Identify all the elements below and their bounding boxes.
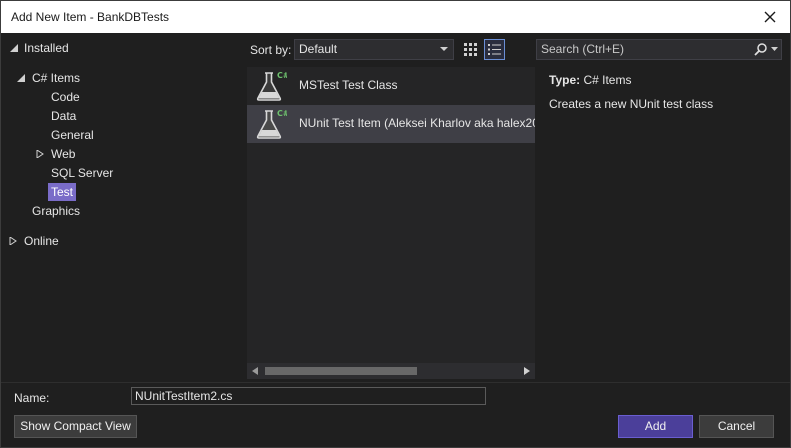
category-tree: Installed C# Items Code Data General Web… [1,35,243,375]
sort-by-label: Sort by: [250,43,292,57]
chevron-down-icon [771,47,778,51]
template-item-nunit[interactable]: C# NUnit Test Item (Aleksei Kharlov aka … [247,105,535,143]
tree-label-graphics: Graphics [32,204,81,218]
close-button[interactable] [758,5,782,29]
tree-label-online: Online [24,234,59,248]
tree-label-test: Test [48,183,77,201]
tree-label-general: General [51,128,94,142]
collapsed-arrow-icon [9,237,17,245]
template-list: C# MSTest Test Class C# NUnit Test Item … [247,67,535,363]
tree-label-csharp-items: C# Items [32,71,81,85]
template-description: Creates a new NUnit test class [549,97,714,111]
type-label: Type: [549,73,581,87]
template-item-label: MSTest Test Class [299,78,398,92]
name-label: Name: [14,391,50,405]
add-new-item-dialog: Add New Item - BankDBTests Installed C# … [0,0,791,448]
template-item-mstest[interactable]: C# MSTest Test Class [247,67,535,105]
details-pane: Type: C# Items Creates a new NUnit test … [549,73,784,111]
add-button[interactable]: Add [618,415,693,438]
sort-by-value: Default [299,42,338,56]
expanded-arrow-icon [10,44,18,52]
scrollbar-thumb[interactable] [265,367,417,375]
search-icon [754,43,767,56]
collapsed-arrow-icon [36,150,44,158]
list-view-button[interactable] [484,39,505,60]
chevron-down-icon [440,47,448,51]
close-icon [764,11,776,23]
search-input[interactable]: Search (Ctrl+E) [536,39,782,60]
tree-label-data: Data [51,109,77,123]
sort-by-dropdown[interactable]: Default [294,39,454,60]
scroll-left-arrow-icon[interactable] [252,367,258,375]
template-item-label: NUnit Test Item (Aleksei Kharlov aka hal… [299,116,535,130]
title-bar: Add New Item - BankDBTests [1,1,790,33]
show-compact-view-button[interactable]: Show Compact View [14,415,137,438]
list-view-icon [488,44,501,55]
cancel-button[interactable]: Cancel [699,415,774,438]
scroll-right-arrow-icon[interactable] [524,367,530,375]
test-flask-icon: C# [256,71,287,101]
test-flask-icon: C# [256,109,287,139]
csharp-badge: C# [277,71,287,80]
footer-divider [1,382,790,383]
expanded-arrow-icon [17,74,25,82]
type-line: Type: C# Items [549,73,784,87]
medium-icons-view-button[interactable] [460,39,481,60]
name-input[interactable]: NUnitTestItem2.cs [131,387,486,405]
search-placeholder: Search (Ctrl+E) [541,42,625,56]
type-value: C# Items [583,73,632,87]
csharp-badge: C# [277,109,287,118]
grid-view-icon [464,43,477,56]
tree-label-installed: Installed [24,41,69,55]
horizontal-scrollbar[interactable] [247,363,535,379]
tree-label-sql-server: SQL Server [51,166,114,180]
tree-label-web: Web [51,147,76,161]
tree-label-code: Code [51,90,80,104]
window-title: Add New Item - BankDBTests [11,10,170,24]
